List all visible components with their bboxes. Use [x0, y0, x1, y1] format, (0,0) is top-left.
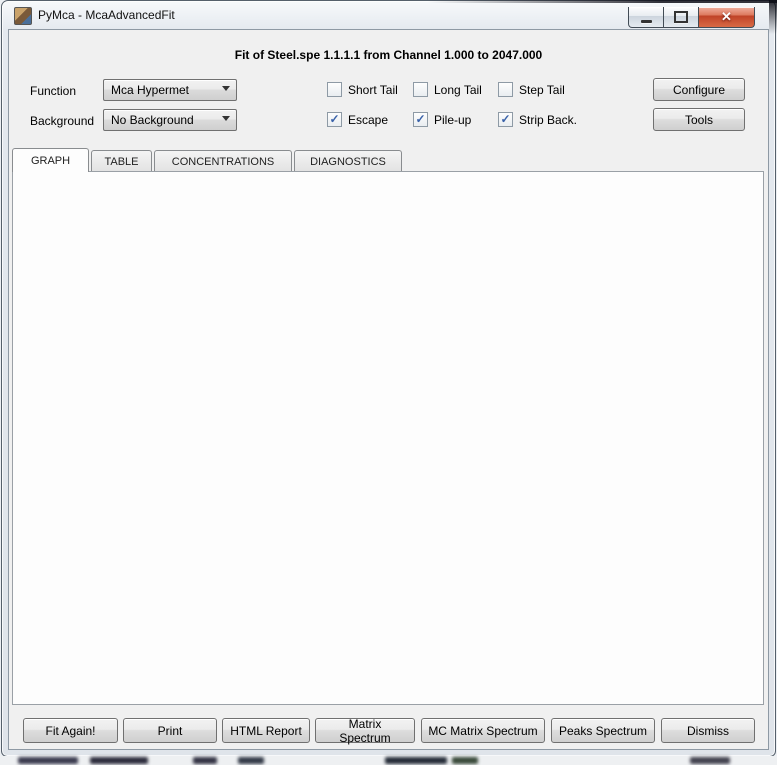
desktop-blob: [238, 757, 264, 764]
escape-checkbox[interactable]: ✓: [327, 112, 342, 127]
graph-tab-panel: [12, 171, 764, 705]
checkbox-pile-up[interactable]: ✓ Pile-up: [413, 112, 471, 127]
maximize-icon: [674, 11, 688, 23]
strip-back-label: Strip Back.: [519, 113, 577, 127]
step-tail-checkbox[interactable]: ✓: [498, 82, 513, 97]
tab-graph[interactable]: GRAPH: [12, 148, 89, 172]
desktop-blob: [690, 757, 730, 764]
configure-button[interactable]: Configure: [653, 78, 745, 101]
close-button[interactable]: ✕: [698, 7, 755, 28]
function-label: Function: [30, 84, 76, 98]
window-title: PyMca - McaAdvancedFit: [38, 8, 175, 22]
desktop-corner: [769, 0, 777, 34]
strip-back-checkbox[interactable]: ✓: [498, 112, 513, 127]
short-tail-label: Short Tail: [348, 83, 398, 97]
desktop-strip: [0, 756, 777, 765]
chevron-down-icon: [222, 86, 230, 91]
screen: PyMca - McaAdvancedFit ✕ Fit of Steel.sp…: [0, 0, 777, 765]
matrix-spectrum-button[interactable]: Matrix Spectrum: [315, 718, 415, 743]
checkbox-strip-back[interactable]: ✓ Strip Back.: [498, 112, 577, 127]
long-tail-label: Long Tail: [434, 83, 482, 97]
tab-concentrations[interactable]: CONCENTRATIONS: [154, 150, 292, 172]
print-button[interactable]: Print: [123, 718, 217, 743]
pile-up-label: Pile-up: [434, 113, 471, 127]
checkbox-escape[interactable]: ✓ Escape: [327, 112, 388, 127]
desktop-top-edge: [0, 0, 777, 3]
title-bar[interactable]: PyMca - McaAdvancedFit ✕: [8, 5, 767, 29]
checkbox-step-tail[interactable]: ✓ Step Tail: [498, 82, 565, 97]
desktop-blob: [452, 757, 478, 764]
chevron-down-icon: [222, 116, 230, 121]
mc-matrix-spectrum-button[interactable]: MC Matrix Spectrum: [421, 718, 545, 743]
long-tail-checkbox[interactable]: ✓: [413, 82, 428, 97]
short-tail-checkbox[interactable]: ✓: [327, 82, 342, 97]
app-icon: [14, 7, 32, 25]
close-icon: ✕: [721, 9, 732, 25]
function-value: Mca Hypermet: [111, 83, 189, 97]
pile-up-checkbox[interactable]: ✓: [413, 112, 428, 127]
fit-again-button[interactable]: Fit Again!: [23, 718, 118, 743]
tab-table[interactable]: TABLE: [91, 150, 152, 172]
peaks-spectrum-button[interactable]: Peaks Spectrum: [551, 718, 655, 743]
tab-diagnostics[interactable]: DIAGNOSTICS: [294, 150, 402, 172]
maximize-button[interactable]: [664, 7, 698, 28]
html-report-button[interactable]: HTML Report: [222, 718, 310, 743]
checkbox-short-tail[interactable]: ✓ Short Tail: [327, 82, 398, 97]
background-combobox[interactable]: No Background: [103, 109, 237, 131]
desktop-blob: [18, 757, 78, 764]
minimize-button[interactable]: [628, 7, 664, 28]
fit-title: Fit of Steel.spe 1.1.1.1 from Channel 1.…: [10, 48, 767, 62]
function-combobox[interactable]: Mca Hypermet: [103, 79, 237, 101]
dismiss-button[interactable]: Dismiss: [661, 718, 755, 743]
step-tail-label: Step Tail: [519, 83, 565, 97]
desktop-blob: [385, 757, 447, 764]
escape-label: Escape: [348, 113, 388, 127]
desktop-blob: [90, 757, 148, 764]
checkbox-long-tail[interactable]: ✓ Long Tail: [413, 82, 482, 97]
minimize-icon: [641, 20, 652, 23]
desktop-blob: [193, 757, 217, 764]
tools-button[interactable]: Tools: [653, 108, 745, 131]
background-label: Background: [30, 114, 94, 128]
background-value: No Background: [111, 113, 194, 127]
